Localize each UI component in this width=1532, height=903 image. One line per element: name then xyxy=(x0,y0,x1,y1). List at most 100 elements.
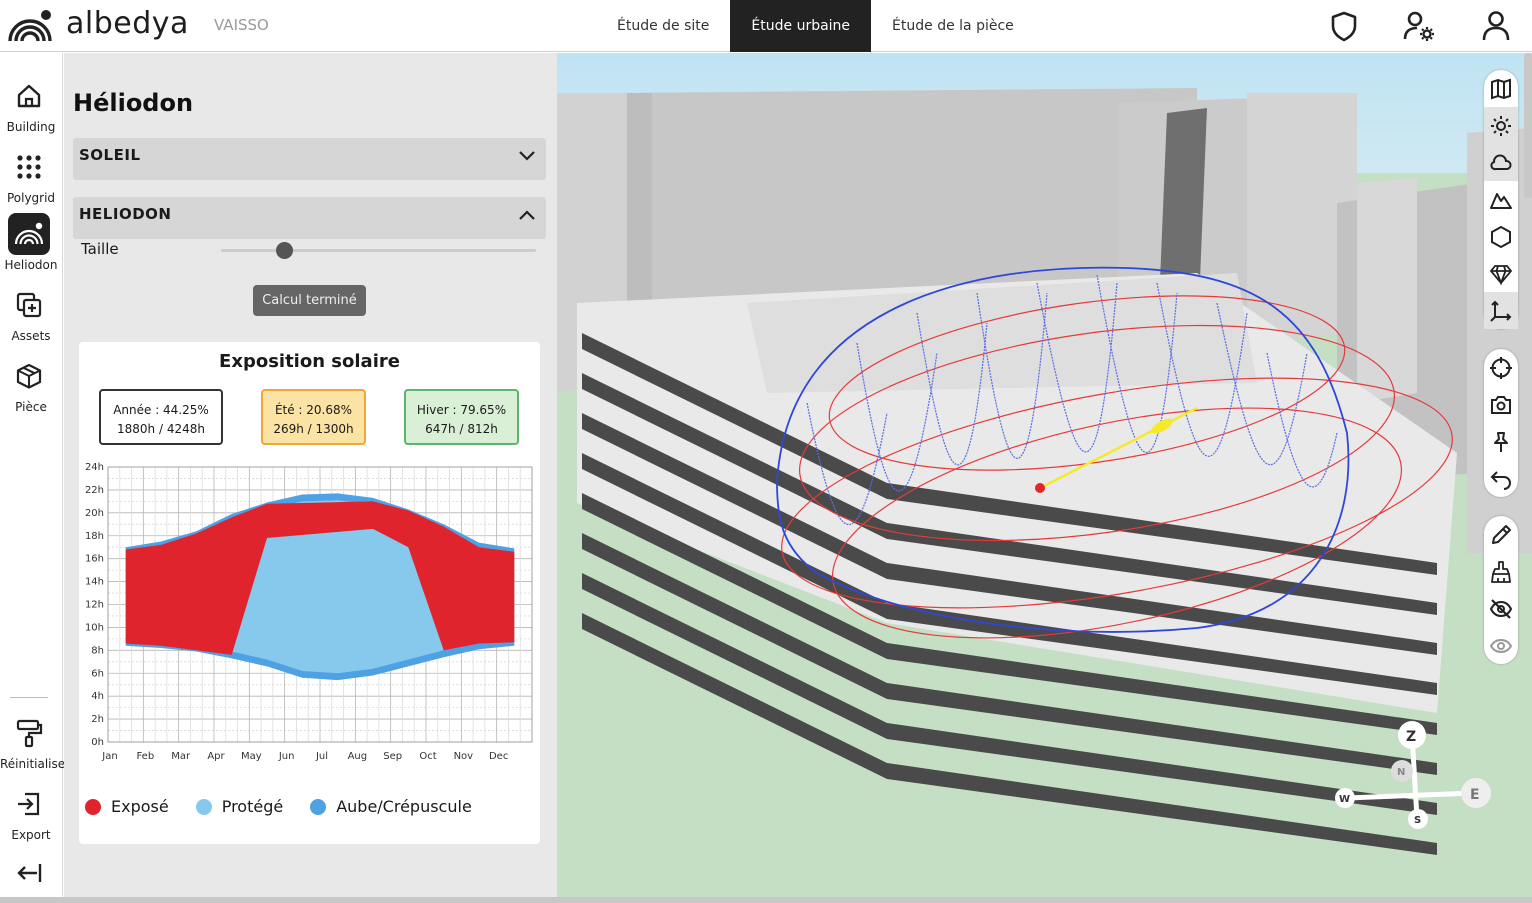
top-header: albedya VAISSO Étude de site Étude urbai… xyxy=(0,0,1532,52)
tool-hexagon[interactable] xyxy=(1484,218,1518,255)
stat-year-hours: 1880h / 4248h xyxy=(117,422,205,436)
tool-terrain[interactable] xyxy=(1484,181,1518,218)
size-slider[interactable] xyxy=(221,242,536,259)
tool-undo[interactable] xyxy=(1484,460,1518,497)
y-tick-label: 22h xyxy=(85,485,104,496)
rail-item-piece[interactable]: Pièce xyxy=(0,355,62,423)
accordion-soleil-header[interactable]: SOLEIL xyxy=(73,138,546,180)
chart-legend: Exposé Protégé Aube/Crépuscule xyxy=(85,797,499,816)
rail-item-reinitialiser[interactable]: Réinitialiser xyxy=(0,712,70,780)
undo-icon xyxy=(1490,470,1511,490)
rail-item-heliodon[interactable]: Heliodon xyxy=(0,213,62,281)
tool-pencil[interactable] xyxy=(1484,516,1518,553)
rail-item-polygrid[interactable]: Polygrid xyxy=(0,146,62,214)
y-tick-label: 6h xyxy=(91,668,104,679)
rail-icon-box xyxy=(8,284,50,326)
rail-item-export[interactable]: Export xyxy=(0,783,62,851)
y-tick-label: 2h xyxy=(91,714,104,725)
diamond-icon xyxy=(1489,264,1513,286)
add-asset-icon xyxy=(16,292,42,318)
tool-brush[interactable] xyxy=(1484,553,1518,590)
heliodon-icon xyxy=(14,222,44,245)
y-tick-label: 4h xyxy=(91,691,104,702)
y-tick-label: 16h xyxy=(85,554,104,565)
main-tabs: Étude de site Étude urbaine Étude de la … xyxy=(596,0,1035,52)
y-tick-label: 20h xyxy=(85,508,104,519)
legend-item-aube: Aube/Crépuscule xyxy=(310,797,472,816)
stat-winter: Hiver : 79.65% 647h / 812h xyxy=(404,389,519,445)
stat-year-percent: Année : 44.25% xyxy=(113,403,209,417)
size-slider-thumb[interactable] xyxy=(276,242,293,259)
pin-icon xyxy=(1494,431,1508,452)
card-title: Exposition solaire xyxy=(219,351,400,372)
paint-roller-icon xyxy=(16,719,43,748)
x-tick-label: Sep xyxy=(383,751,402,762)
tool-hide[interactable] xyxy=(1484,590,1518,627)
axes-icon xyxy=(1490,300,1512,322)
stat-winter-hours: 647h / 812h xyxy=(425,422,498,436)
rail-item-building[interactable]: Building xyxy=(0,75,62,143)
tab-etude-urbaine[interactable]: Étude urbaine xyxy=(730,0,872,52)
tool-gem[interactable] xyxy=(1484,255,1518,292)
tool-cloud[interactable] xyxy=(1484,144,1518,181)
svg-text:E: E xyxy=(1470,787,1480,803)
shield-icon[interactable] xyxy=(1326,8,1362,44)
legend-swatch xyxy=(85,798,101,815)
x-tick-label: Jan xyxy=(101,751,117,762)
hexagon-icon xyxy=(1491,225,1511,248)
y-tick-label: 18h xyxy=(85,531,104,542)
rail-label: Assets xyxy=(11,329,51,343)
eye-off-icon xyxy=(1489,598,1513,619)
x-tick-label: Oct xyxy=(419,751,436,762)
legend-item-expose: Exposé xyxy=(85,797,169,816)
tool-camera-switch[interactable] xyxy=(1484,386,1518,423)
home-icon xyxy=(17,84,41,108)
brand-name: albedya xyxy=(66,6,189,41)
legend-swatch xyxy=(310,798,327,815)
tool-sun[interactable] xyxy=(1484,107,1518,144)
svg-text:N: N xyxy=(1397,767,1405,778)
project-name: VAISSO xyxy=(214,16,269,34)
x-tick-label: Mar xyxy=(171,751,191,762)
rail-label: Heliodon xyxy=(4,258,58,272)
3d-viewport[interactable]: Z N W E S xyxy=(557,53,1532,903)
mountain-icon xyxy=(1490,192,1512,209)
accordion-heliodon[interactable]: HELIODON xyxy=(73,197,546,239)
user-icon[interactable] xyxy=(1478,8,1514,44)
accordion-soleil[interactable]: SOLEIL xyxy=(73,138,546,180)
x-tick-label: Jun xyxy=(278,751,295,762)
edit-toolbar xyxy=(1484,516,1518,664)
user-settings-icon[interactable] xyxy=(1401,8,1437,44)
x-tick-label: May xyxy=(241,751,262,762)
x-tick-label: Aug xyxy=(348,751,368,762)
accordion-soleil-label: SOLEIL xyxy=(79,146,141,164)
chevron-down-icon xyxy=(519,151,535,161)
collapse-left-icon[interactable] xyxy=(15,861,43,885)
chevron-up-icon xyxy=(519,210,535,220)
3d-scene[interactable]: Z N W E S xyxy=(557,53,1532,903)
horizontal-scrollbar[interactable] xyxy=(0,897,1532,903)
rail-label: Export xyxy=(11,828,51,842)
size-label: Taille xyxy=(81,240,119,258)
tab-etude-de-la-piece[interactable]: Étude de la pièce xyxy=(871,0,1035,52)
tool-axes[interactable] xyxy=(1484,292,1518,329)
app-window: albedya VAISSO Étude de site Étude urbai… xyxy=(0,0,1532,903)
tool-pin[interactable] xyxy=(1484,423,1518,460)
brush-icon xyxy=(1491,560,1511,583)
heliodon-panel: Héliodon SOLEIL HELIODON Taille Calcul t… xyxy=(64,53,557,903)
crosshair-icon xyxy=(1490,356,1512,379)
legend-label: Protégé xyxy=(221,797,284,816)
accordion-heliodon-header[interactable]: HELIODON xyxy=(73,197,546,239)
tool-show[interactable] xyxy=(1484,627,1518,664)
tool-target[interactable] xyxy=(1484,349,1518,386)
calc-status-button[interactable]: Calcul terminé xyxy=(253,285,366,316)
x-tick-label: Jul xyxy=(315,751,328,762)
viewport-scrollbar[interactable] xyxy=(1524,53,1532,198)
stat-summer-hours: 269h / 1300h xyxy=(273,422,354,436)
tool-map[interactable] xyxy=(1484,70,1518,107)
legend-label: Exposé xyxy=(111,797,169,816)
grid-dots-icon xyxy=(17,155,41,179)
stat-summer-percent: Été : 20.68% xyxy=(274,403,353,417)
rail-item-assets[interactable]: Assets xyxy=(0,284,62,352)
tab-etude-de-site[interactable]: Étude de site xyxy=(596,0,730,52)
